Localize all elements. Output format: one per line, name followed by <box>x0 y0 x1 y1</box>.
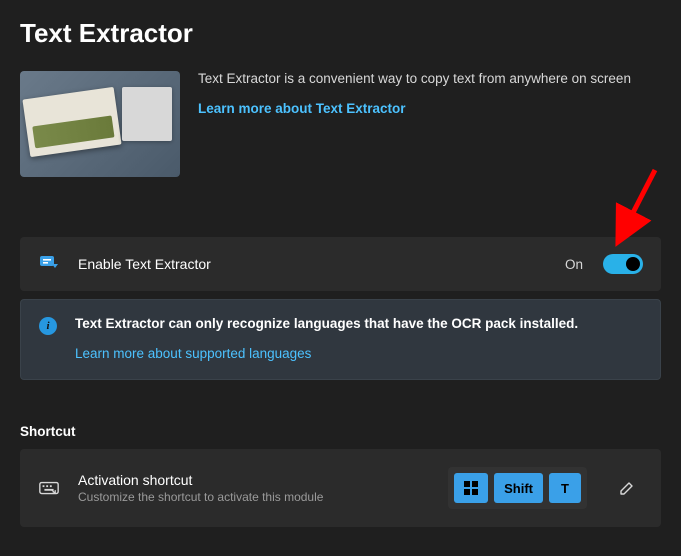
shortcut-key-t: T <box>549 473 581 503</box>
activation-shortcut-card: Activation shortcut Customize the shortc… <box>20 449 661 527</box>
learn-more-link[interactable]: Learn more about Text Extractor <box>198 101 406 116</box>
info-icon: i <box>39 317 57 335</box>
shortcut-key-win <box>454 473 488 503</box>
activation-shortcut-title: Activation shortcut <box>78 472 430 488</box>
feature-preview-thumbnail <box>20 71 180 177</box>
ocr-info-card: i Text Extractor can only recognize lang… <box>20 299 661 380</box>
toggle-state-text: On <box>565 257 583 272</box>
shortcut-key-display: Shift T <box>448 467 587 509</box>
intro-row: Text Extractor is a convenient way to co… <box>20 71 661 177</box>
info-message: Text Extractor can only recognize langua… <box>75 316 642 331</box>
keyboard-icon <box>38 477 60 499</box>
page-title: Text Extractor <box>20 18 661 49</box>
enable-feature-label: Enable Text Extractor <box>78 256 547 272</box>
enable-feature-card: Enable Text Extractor On <box>20 237 661 291</box>
edit-shortcut-button[interactable] <box>611 472 643 504</box>
shortcut-section-heading: Shortcut <box>20 424 661 439</box>
enable-feature-toggle[interactable] <box>603 254 643 274</box>
pencil-icon <box>619 480 635 496</box>
intro-description: Text Extractor is a convenient way to co… <box>198 71 661 86</box>
activation-shortcut-subtitle: Customize the shortcut to activate this … <box>78 490 430 504</box>
shortcut-key-shift: Shift <box>494 473 543 503</box>
supported-languages-link[interactable]: Learn more about supported languages <box>75 346 311 361</box>
text-extractor-icon <box>38 253 60 275</box>
